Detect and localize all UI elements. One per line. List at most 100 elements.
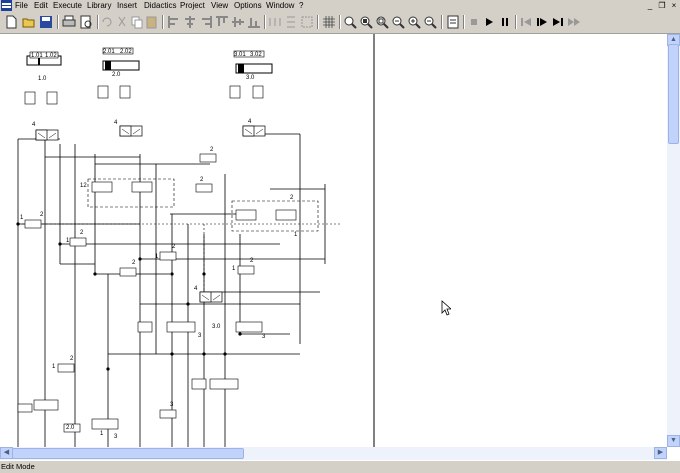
svg-text:2: 2 xyxy=(70,356,74,362)
svg-text:2: 2 xyxy=(290,195,294,201)
pause-icon[interactable] xyxy=(498,15,512,29)
svg-text:2: 2 xyxy=(80,230,84,236)
distribute-v-icon[interactable] xyxy=(284,15,298,29)
print-preview-icon[interactable] xyxy=(79,15,93,29)
zoom-minus-icon[interactable] xyxy=(423,15,437,29)
align-center-icon[interactable] xyxy=(183,15,197,29)
menu-options[interactable]: Options xyxy=(233,0,263,12)
toolbar-separator xyxy=(441,15,443,29)
svg-text:2.0: 2.0 xyxy=(66,425,75,431)
cylinder-2-0[interactable]: 2.01 2.02 2.0 xyxy=(102,47,140,78)
menu-library[interactable]: Library xyxy=(86,0,112,12)
svg-text:3: 3 xyxy=(170,402,174,408)
svg-text:1: 1 xyxy=(294,232,298,238)
svg-text:4: 4 xyxy=(32,122,36,128)
restore-button[interactable]: ❐ xyxy=(657,1,667,10)
svg-text:1: 1 xyxy=(100,431,104,437)
close-button[interactable]: × xyxy=(669,1,679,10)
undo-icon[interactable] xyxy=(100,15,114,29)
logic-valves[interactable] xyxy=(24,153,297,419)
menu-bar: File Edit Execute Library Insert Didacti… xyxy=(0,0,680,12)
zoom-in-icon[interactable] xyxy=(359,15,373,29)
cylinder-1-0-label: 1.0 xyxy=(38,76,47,82)
svg-text:1: 1 xyxy=(232,266,236,272)
svg-text:2: 2 xyxy=(132,260,136,266)
sensor-2-02-label: 2.02 xyxy=(120,49,132,55)
zoom-icon[interactable] xyxy=(343,15,357,29)
vertical-scrollbar[interactable]: ▲ ▼ xyxy=(667,34,680,447)
zoom-window-icon[interactable] xyxy=(375,15,389,29)
cylinder-3-0[interactable]: 3.01 3.02 3.0 xyxy=(233,50,273,81)
group-icon[interactable] xyxy=(300,15,314,29)
zoom-fit-icon[interactable] xyxy=(391,15,405,29)
sensor-3-02-label: 3.02 xyxy=(250,52,262,58)
toolbar-separator xyxy=(57,15,59,29)
horizontal-scrollbar[interactable]: ◀ ▶ xyxy=(0,447,667,460)
copy-icon[interactable] xyxy=(130,15,144,29)
scroll-down-icon[interactable]: ▼ xyxy=(667,435,680,447)
zoom-plus-icon[interactable] xyxy=(407,15,421,29)
sensor-1-01-label: 1.01 xyxy=(31,53,43,59)
cylinder-1-0[interactable]: 1.01 1.02 1.0 xyxy=(26,51,62,82)
menu-didactics[interactable]: Didactics xyxy=(143,0,177,12)
svg-text:3.0: 3.0 xyxy=(212,324,221,330)
toolbar-separator xyxy=(463,15,465,29)
toolbar xyxy=(0,12,680,34)
pane-splitter[interactable] xyxy=(373,34,375,447)
single-step-icon[interactable] xyxy=(535,15,549,29)
cylinder-2-0-label: 2.0 xyxy=(112,72,121,78)
menu-file[interactable]: File xyxy=(14,0,29,12)
horizontal-scroll-thumb[interactable] xyxy=(12,448,244,459)
svg-text:2: 2 xyxy=(40,212,44,218)
cylinder-3-0-label: 3.0 xyxy=(246,75,255,81)
open-icon[interactable] xyxy=(22,15,36,29)
vertical-scroll-thumb[interactable] xyxy=(668,44,679,144)
step-to-end-icon[interactable] xyxy=(551,15,565,29)
svg-text:3: 3 xyxy=(114,434,118,440)
svg-text:2: 2 xyxy=(172,244,176,250)
play-icon[interactable] xyxy=(482,15,496,29)
properties-icon[interactable] xyxy=(446,15,460,29)
align-bottom-icon[interactable] xyxy=(247,15,261,29)
new-icon[interactable] xyxy=(4,15,18,29)
svg-text:3: 3 xyxy=(262,334,266,340)
stop-icon[interactable] xyxy=(467,15,481,29)
menu-view[interactable]: View xyxy=(210,0,229,12)
sensor-3-01-label: 3.01 xyxy=(234,52,246,58)
minimize-button[interactable]: _ xyxy=(645,1,655,10)
align-right-icon[interactable] xyxy=(199,15,213,29)
scroll-right-icon[interactable]: ▶ xyxy=(654,447,667,459)
menu-execute[interactable]: Execute xyxy=(52,0,83,12)
distribute-h-icon[interactable] xyxy=(268,15,282,29)
svg-text:4: 4 xyxy=(114,120,118,126)
reset-icon[interactable] xyxy=(519,15,533,29)
sensor-2-01-label: 2.01 xyxy=(103,49,115,55)
svg-text:12: 12 xyxy=(80,183,87,189)
align-middle-icon[interactable] xyxy=(231,15,245,29)
paste-icon[interactable] xyxy=(145,15,159,29)
toolbar-separator xyxy=(97,15,99,29)
toolbar-separator xyxy=(515,15,517,29)
save-icon[interactable] xyxy=(39,15,53,29)
status-mode-text: Edit Mode xyxy=(1,462,35,471)
toolbar-separator xyxy=(317,15,319,29)
align-top-icon[interactable] xyxy=(215,15,229,29)
menu-window[interactable]: Window xyxy=(265,0,295,12)
menu-project[interactable]: Project xyxy=(179,0,206,12)
align-left-icon[interactable] xyxy=(167,15,181,29)
pneumatic-circuit-diagram[interactable]: 1.01 1.02 1.0 2.01 2.02 2.0 3.01 3.02 3.… xyxy=(0,34,373,447)
mouse-pointer-icon xyxy=(441,300,451,316)
menu-edit[interactable]: Edit xyxy=(33,0,49,12)
sensor-1-02-label: 1.02 xyxy=(45,53,57,59)
app-logo-icon[interactable] xyxy=(1,0,12,11)
toolbar-separator xyxy=(162,15,164,29)
svg-text:1: 1 xyxy=(20,215,24,221)
svg-text:4: 4 xyxy=(194,286,198,292)
print-icon[interactable] xyxy=(62,15,76,29)
menu-insert[interactable]: Insert xyxy=(116,0,138,12)
svg-text:1: 1 xyxy=(66,238,70,244)
cut-icon[interactable] xyxy=(115,15,129,29)
grid-icon[interactable] xyxy=(322,15,336,29)
menu-help[interactable]: ? xyxy=(298,0,304,12)
fast-forward-icon[interactable] xyxy=(567,15,581,29)
